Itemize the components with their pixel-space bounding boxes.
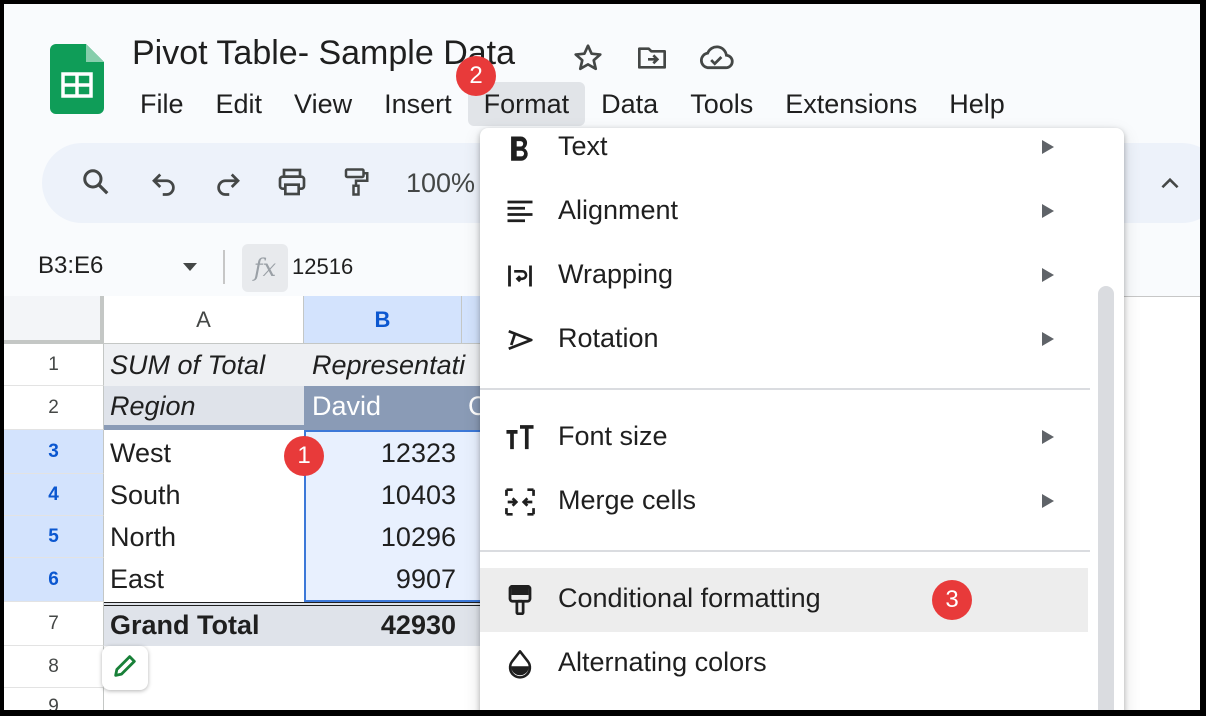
cell-b5[interactable]: 10296 [308,516,456,558]
chevron-up-icon[interactable] [1150,164,1190,204]
name-box[interactable]: B3:E6 [38,252,103,280]
align-left-icon [504,196,536,228]
menu-item-label: Text [558,131,608,161]
bold-icon [504,132,536,164]
merge-cells-icon [504,486,536,518]
menu-item-label: Alignment [558,195,679,225]
app-window: Pivot Table- Sample Data File Edit View … [0,0,1206,716]
row-header-2[interactable]: 2 [4,386,104,430]
cell-b7[interactable]: 42930 [308,604,456,646]
row-header-3[interactable]: 3 [4,430,104,474]
menu-item-label: Alternating colors [558,647,767,677]
submenu-arrow-icon [1042,430,1054,444]
column-header-b[interactable]: B [304,296,462,344]
submenu-arrow-icon [1042,140,1054,154]
select-all-corner[interactable] [4,296,104,344]
row-header-1[interactable]: 1 [4,344,104,386]
pencil-icon [111,652,139,685]
submenu-arrow-icon [1042,204,1054,218]
chevron-down-icon[interactable] [182,260,198,274]
cell-a2[interactable]: Region [110,386,300,426]
print-icon[interactable] [272,162,312,202]
menu-file[interactable]: File [124,82,200,126]
cell-a5[interactable]: North [110,516,300,558]
row-header-9[interactable]: 9 [4,688,104,710]
row-header-4[interactable]: 4 [4,474,104,516]
column-header-a[interactable]: A [104,296,304,344]
cell-a3[interactable]: West [110,432,300,474]
submenu-arrow-icon [1042,332,1054,346]
menu-item-wrapping[interactable]: Wrapping [480,244,1088,308]
formula-input[interactable]: 12516 [292,254,353,280]
cell-b4[interactable]: 10403 [308,474,456,516]
cell-a1[interactable]: SUM of Total [110,344,300,386]
redo-icon[interactable] [208,162,248,202]
menu-item-label: Conditional formatting [558,583,821,613]
menu-item-alignment[interactable]: Alignment [480,180,1088,244]
menu-item-alternating-colors[interactable]: Alternating colors [480,632,1088,696]
menu-view[interactable]: View [278,82,368,126]
cell-a4[interactable]: South [110,474,300,516]
menu-item-text[interactable]: Text [480,116,1088,180]
menu-edit[interactable]: Edit [200,82,279,126]
fx-icon: fx [242,244,288,292]
cell-a6[interactable]: East [110,558,300,600]
cell-a7[interactable]: Grand Total [110,604,300,646]
undo-icon[interactable] [144,162,184,202]
submenu-arrow-icon [1042,268,1054,282]
font-size-icon [504,422,536,454]
menu-item-label: Rotation [558,323,659,353]
zoom-select[interactable]: 100% [406,168,475,199]
menu-divider [480,550,1090,552]
menu-item-label: Wrapping [558,259,674,289]
ink-drop-icon [504,648,536,680]
sheets-logo-icon[interactable] [50,44,104,114]
cell-b3[interactable]: 12323 [308,432,456,474]
cell-b6[interactable]: 9907 [308,558,456,600]
menu-item-conditional-formatting[interactable]: Conditional formatting [480,568,1088,632]
move-to-folder-icon[interactable] [634,40,670,76]
step-badge-2: 2 [456,56,496,96]
cell-b1[interactable]: Representati [312,344,482,386]
paint-roller-icon [504,584,536,616]
submenu-arrow-icon [1042,494,1054,508]
step-badge-1: 1 [284,436,324,476]
menu-item-font-size[interactable]: Font size [480,406,1088,470]
menu-scrollbar[interactable] [1098,286,1114,710]
cell-b2[interactable]: David [312,386,462,426]
paint-format-icon[interactable] [336,162,376,202]
menu-item-label: Merge cells [558,485,697,515]
formula-bar-divider [223,250,225,284]
text-rotation-icon [504,324,536,356]
row-header-6[interactable]: 6 [4,558,104,602]
menu-item-merge-cells[interactable]: Merge cells [480,470,1088,534]
step-badge-3: 3 [932,580,972,620]
cloud-saved-icon[interactable] [698,40,734,76]
menu-item-label: Font size [558,421,668,451]
edit-pivot-button[interactable] [102,646,148,690]
menu-insert[interactable]: Insert [368,82,468,126]
search-icon[interactable] [76,162,116,202]
star-icon[interactable] [570,40,606,76]
menu-item-rotation[interactable]: Rotation [480,308,1088,372]
text-wrap-icon [504,260,536,292]
row-header-8[interactable]: 8 [4,646,104,688]
row-header-5[interactable]: 5 [4,516,104,558]
row-header-7[interactable]: 7 [4,602,104,646]
menu-divider [480,388,1090,390]
